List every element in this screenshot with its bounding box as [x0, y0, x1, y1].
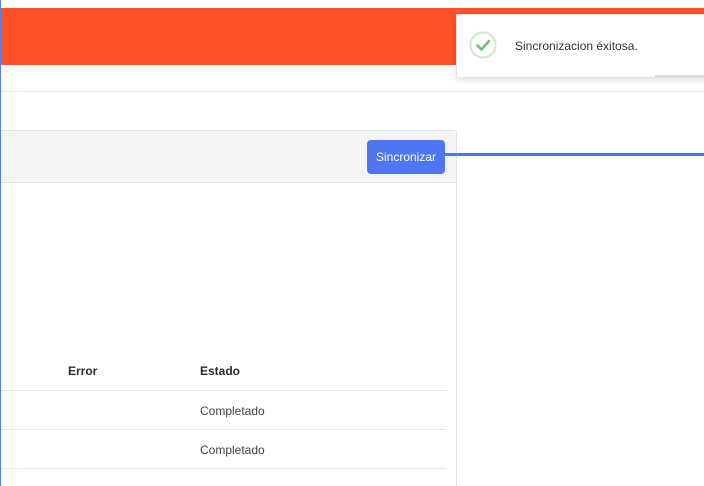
- column-header-error: Error: [68, 364, 98, 378]
- table-row: Completado: [1, 430, 446, 469]
- status-cell: Completado: [200, 404, 265, 418]
- status-cell: Completado: [200, 443, 265, 457]
- table-header-row: Error Estado: [1, 354, 446, 391]
- card-header: Sincronizar: [1, 131, 456, 183]
- sync-card: Sincronizar Error Estado Completado Comp…: [1, 130, 457, 486]
- annotation-connector-line: [445, 153, 704, 156]
- sync-button[interactable]: Sincronizar: [367, 140, 445, 174]
- app-window: Sincronizar Error Estado Completado Comp…: [0, 0, 704, 486]
- toast-message: Sincronizacion éxitosa.: [515, 39, 638, 53]
- success-toast: Sincronizacion éxitosa.: [456, 14, 704, 78]
- toast-progress-bar: [655, 75, 704, 77]
- check-circle-icon: [469, 31, 497, 59]
- column-header-estado: Estado: [200, 364, 241, 378]
- table-row: Completado: [1, 391, 446, 430]
